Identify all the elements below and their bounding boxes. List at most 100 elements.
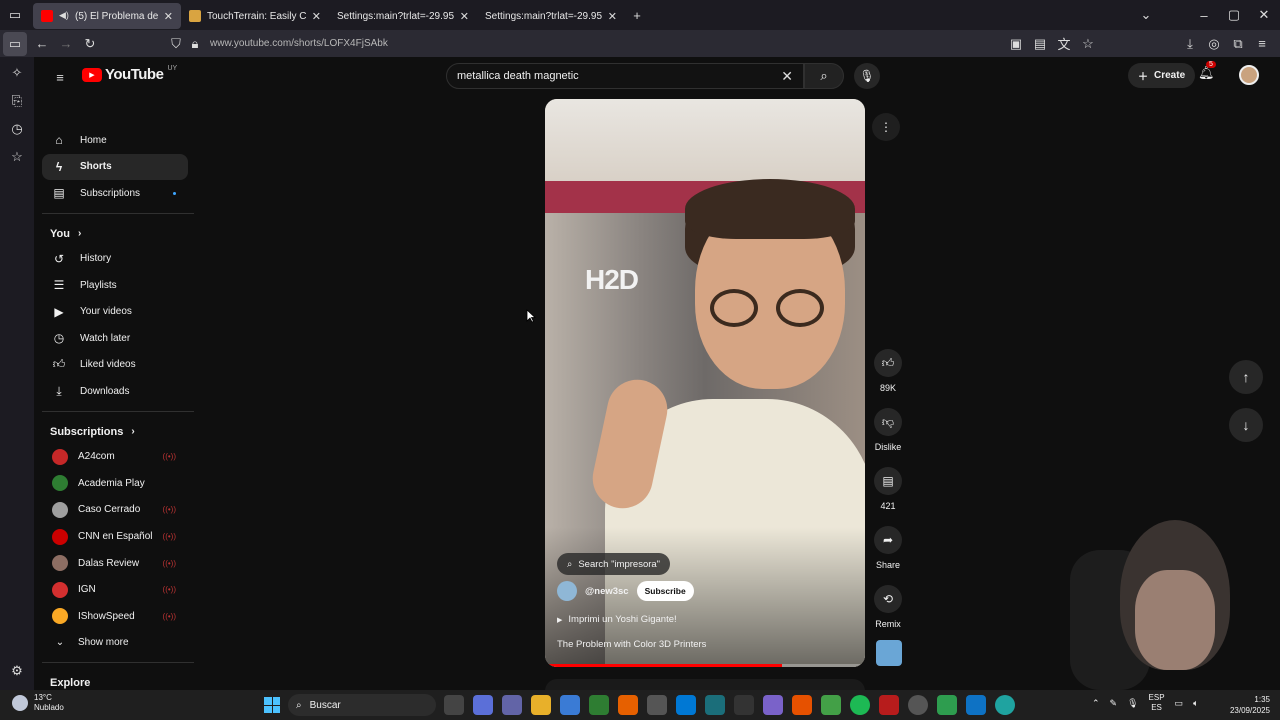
sidebar-item-history[interactable]: ↺ History bbox=[42, 246, 188, 273]
synced-tabs-icon[interactable]: ⎘ bbox=[5, 89, 29, 113]
network-icon[interactable]: ▭ bbox=[1175, 698, 1184, 709]
subscription-academia-play[interactable]: Academia Play bbox=[42, 470, 188, 497]
reload-icon[interactable]: ↻ bbox=[78, 32, 102, 56]
history-icon[interactable]: ◷ bbox=[5, 117, 29, 141]
outlook-icon[interactable] bbox=[676, 695, 696, 715]
app-hex-icon[interactable] bbox=[647, 695, 667, 715]
microphone-icon[interactable]: 🎙︎ bbox=[1127, 698, 1138, 709]
firefox-icon[interactable] bbox=[618, 695, 638, 715]
spotify-icon[interactable] bbox=[850, 695, 870, 715]
subscription-caso-cerrado[interactable]: Caso Cerrado ((•)) bbox=[42, 497, 188, 524]
sound-thumbnail[interactable] bbox=[876, 640, 902, 666]
more-options-button[interactable]: ⋮ bbox=[872, 113, 900, 141]
pen-icon[interactable]: ✎ bbox=[1110, 698, 1118, 709]
share-button[interactable]: ➦ bbox=[874, 526, 902, 554]
forward-icon[interactable]: → bbox=[54, 32, 78, 56]
bookmarks-icon[interactable]: ☆ bbox=[5, 145, 29, 169]
chevron-down-icon[interactable]: ⌄ bbox=[1134, 3, 1158, 27]
close-tab-icon[interactable]: ✕ bbox=[164, 10, 173, 23]
app-map-icon[interactable] bbox=[705, 695, 725, 715]
voice-search-button[interactable]: 🎙︎ bbox=[854, 63, 880, 89]
terminal-icon[interactable] bbox=[734, 695, 754, 715]
file-explorer-icon[interactable] bbox=[531, 695, 551, 715]
bookmark-star-icon[interactable]: ☆ bbox=[1076, 32, 1100, 56]
comments-button[interactable]: ▤ bbox=[874, 467, 902, 495]
show-more-button[interactable]: ⌄ Show more bbox=[42, 630, 188, 657]
sidebar-item-playlists[interactable]: ☰ Playlists bbox=[42, 272, 188, 299]
subscription-dalas-review[interactable]: Dalas Review ((•)) bbox=[42, 550, 188, 577]
next-short-button[interactable]: ↓ bbox=[1229, 408, 1263, 442]
tab-list-icon[interactable]: ▭ bbox=[3, 3, 27, 27]
back-icon[interactable]: ← bbox=[30, 32, 54, 56]
account-icon[interactable]: ◎ bbox=[1202, 32, 1226, 56]
sidebar-item-shorts[interactable]: ϟ Shorts bbox=[42, 153, 188, 180]
download-icon[interactable]: ⤓ bbox=[1178, 32, 1202, 56]
shield-icon[interactable]: ⛉ bbox=[164, 32, 188, 56]
sound-link[interactable]: ▶ Imprimi un Yoshi Gigante! bbox=[557, 614, 677, 625]
store-icon[interactable] bbox=[560, 695, 580, 715]
lock-icon[interactable]: 🔒︎ bbox=[188, 32, 202, 56]
minimize-icon[interactable]: – bbox=[1192, 3, 1216, 27]
sidebar-item-your-videos[interactable]: ▶ Your videos bbox=[42, 299, 188, 326]
reader-icon[interactable]: ▤ bbox=[1028, 32, 1052, 56]
subscription-ishowspeed[interactable]: IShowSpeed ((•)) bbox=[42, 603, 188, 630]
hamburger-menu-icon[interactable]: ≡ bbox=[48, 65, 72, 89]
tab-settings-2[interactable]: Settings:main?trlat=-29.9551506960 ✕ bbox=[477, 3, 625, 29]
task-view-icon[interactable] bbox=[444, 695, 464, 715]
subscription-a24com[interactable]: A24com ((•)) bbox=[42, 444, 188, 471]
ai-sparkle-icon[interactable]: ✧ bbox=[5, 61, 29, 85]
copilot-icon[interactable] bbox=[473, 695, 493, 715]
app-red-icon[interactable] bbox=[879, 695, 899, 715]
close-tab-icon[interactable]: ✕ bbox=[608, 10, 617, 23]
close-tab-icon[interactable]: ✕ bbox=[312, 10, 321, 23]
previous-short-button[interactable]: ↑ bbox=[1229, 360, 1263, 394]
like-button[interactable]: 👍︎ bbox=[874, 349, 902, 377]
screenshot-icon[interactable]: ▣ bbox=[1004, 32, 1028, 56]
sidebar-item-downloads[interactable]: ⤓ Downloads bbox=[42, 378, 188, 405]
volume-icon[interactable]: 🔈︎ bbox=[1193, 698, 1198, 709]
vscode-icon[interactable] bbox=[966, 695, 986, 715]
short-video-player[interactable]: H2D ⌕ Search "impresora" @new3sc Subscri… bbox=[545, 99, 865, 667]
chatgpt-icon[interactable] bbox=[908, 695, 928, 715]
tab-touchterrain[interactable]: TouchTerrain: Easily Create 3D-P ✕ bbox=[181, 3, 329, 29]
you-section-header[interactable]: You › bbox=[42, 222, 188, 246]
url-bar[interactable]: www.youtube.com/shorts/LOFX4FjSAbk bbox=[210, 38, 388, 49]
clear-search-icon[interactable]: ✕ bbox=[781, 68, 793, 85]
search-suggestion-pill[interactable]: ⌕ Search "impresora" bbox=[557, 553, 671, 575]
subscription-ign[interactable]: IGN ((•)) bbox=[42, 576, 188, 603]
customize-gear-icon[interactable]: ⚙ bbox=[5, 659, 29, 683]
sidebar-item-subscriptions[interactable]: ▤ Subscriptions bbox=[42, 180, 188, 207]
channel-name[interactable]: @new3sc bbox=[585, 586, 629, 597]
language-indicator[interactable]: ESP ES bbox=[1149, 693, 1165, 713]
sidebar-item-liked-videos[interactable]: 👍︎ Liked videos bbox=[42, 352, 188, 379]
video-title[interactable]: The Problem with Color 3D Printers bbox=[557, 639, 706, 650]
create-button[interactable]: ＋ Create bbox=[1128, 63, 1196, 88]
taskbar-search[interactable]: ⌕ Buscar bbox=[288, 694, 436, 716]
progress-bar[interactable] bbox=[545, 664, 865, 667]
menu-icon[interactable]: ≡ bbox=[1250, 32, 1274, 56]
close-tab-icon[interactable]: ✕ bbox=[460, 10, 469, 23]
audio-icon[interactable]: ◀) bbox=[59, 10, 69, 22]
notifications-button[interactable]: 🔔︎ 5 bbox=[1198, 61, 1216, 81]
sidebar-item-watch-later[interactable]: ◷ Watch later bbox=[42, 325, 188, 352]
remix-button[interactable]: ⟲ bbox=[874, 585, 902, 613]
extensions-icon[interactable]: ⧉ bbox=[1226, 32, 1250, 56]
avatar[interactable] bbox=[1239, 65, 1259, 85]
windows-start-icon[interactable] bbox=[264, 697, 280, 713]
youtube-logo[interactable]: ▶ YouTube UY bbox=[82, 65, 177, 83]
tab-settings-1[interactable]: Settings:main?trlat=-29.9551506960 ✕ bbox=[329, 3, 477, 29]
maximize-icon[interactable]: ▢ bbox=[1222, 3, 1246, 27]
channel-avatar[interactable] bbox=[557, 581, 577, 601]
edge-icon[interactable] bbox=[995, 695, 1015, 715]
subscription-cnn-en-espanol[interactable]: CNN en Español ((•)) bbox=[42, 523, 188, 550]
chevron-up-icon[interactable]: ⌃ bbox=[1092, 698, 1100, 709]
search-input[interactable]: metallica death magnetic ✕ bbox=[446, 63, 804, 89]
weather-widget[interactable]: 13°C Nublado bbox=[12, 693, 64, 713]
app-image-icon[interactable] bbox=[763, 695, 783, 715]
app-leaf-icon[interactable] bbox=[821, 695, 841, 715]
app-arrow-icon[interactable] bbox=[937, 695, 957, 715]
close-window-icon[interactable]: ✕ bbox=[1252, 3, 1276, 27]
app-green-icon[interactable] bbox=[589, 695, 609, 715]
app-orange-icon[interactable] bbox=[792, 695, 812, 715]
tab-youtube[interactable]: ◀) (5) El Problema de las Impr... ✕ bbox=[33, 3, 181, 29]
